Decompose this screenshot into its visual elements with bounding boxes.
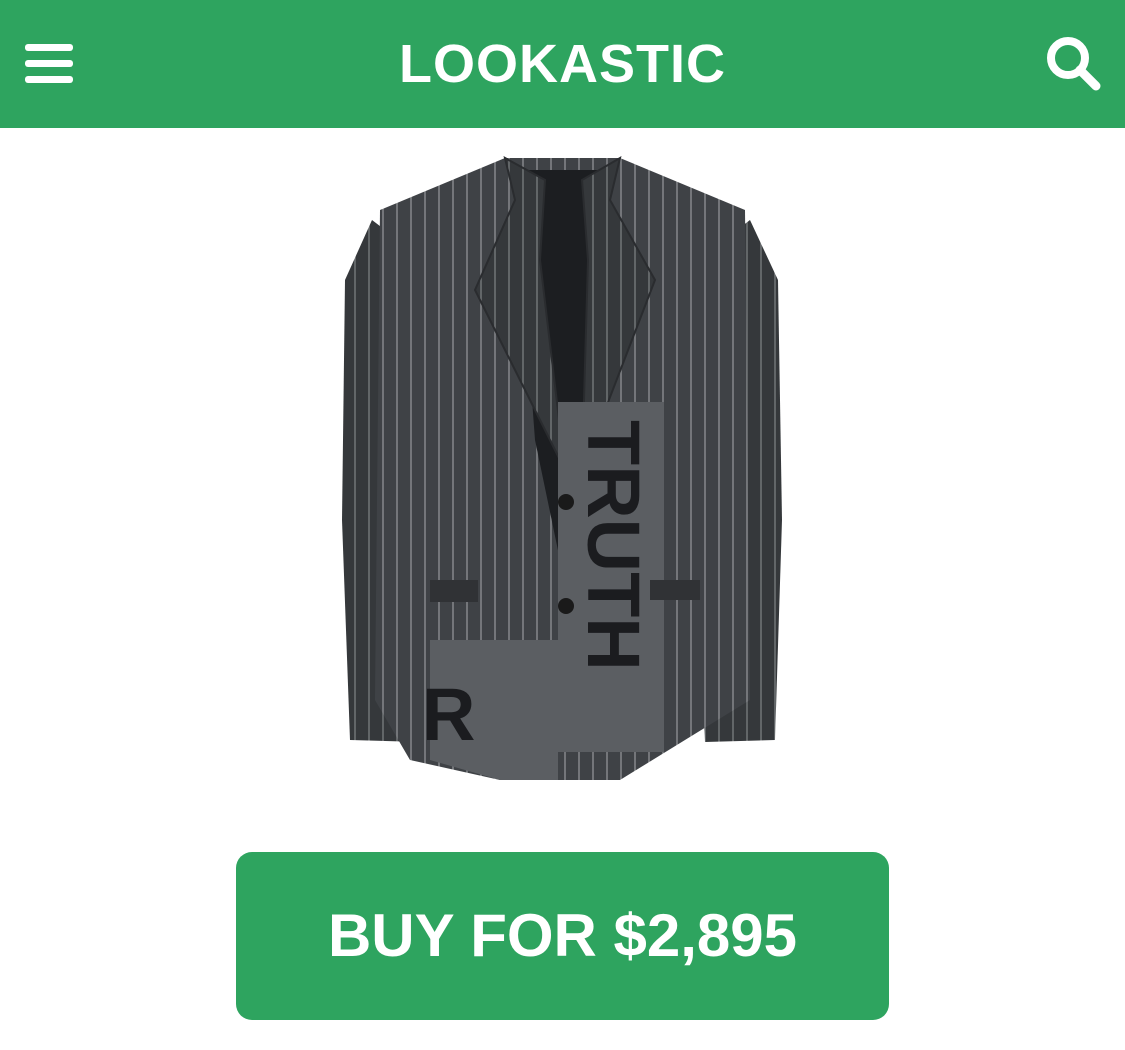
top-app-bar: LOOKASTIC xyxy=(0,0,1125,128)
search-icon xyxy=(1047,37,1101,91)
brand-title: LOOKASTIC xyxy=(399,34,726,94)
product-image[interactable]: TRUTH R xyxy=(320,140,800,800)
svg-text:R: R xyxy=(422,673,475,756)
menu-button[interactable] xyxy=(22,38,78,90)
jacket-print-text: TRUTH xyxy=(572,420,655,671)
buy-button[interactable]: BUY FOR $2,895 xyxy=(236,852,889,1020)
hamburger-menu-icon xyxy=(25,44,73,51)
blazer-illustration: TRUTH R xyxy=(342,155,782,780)
search-button[interactable] xyxy=(1040,30,1106,96)
